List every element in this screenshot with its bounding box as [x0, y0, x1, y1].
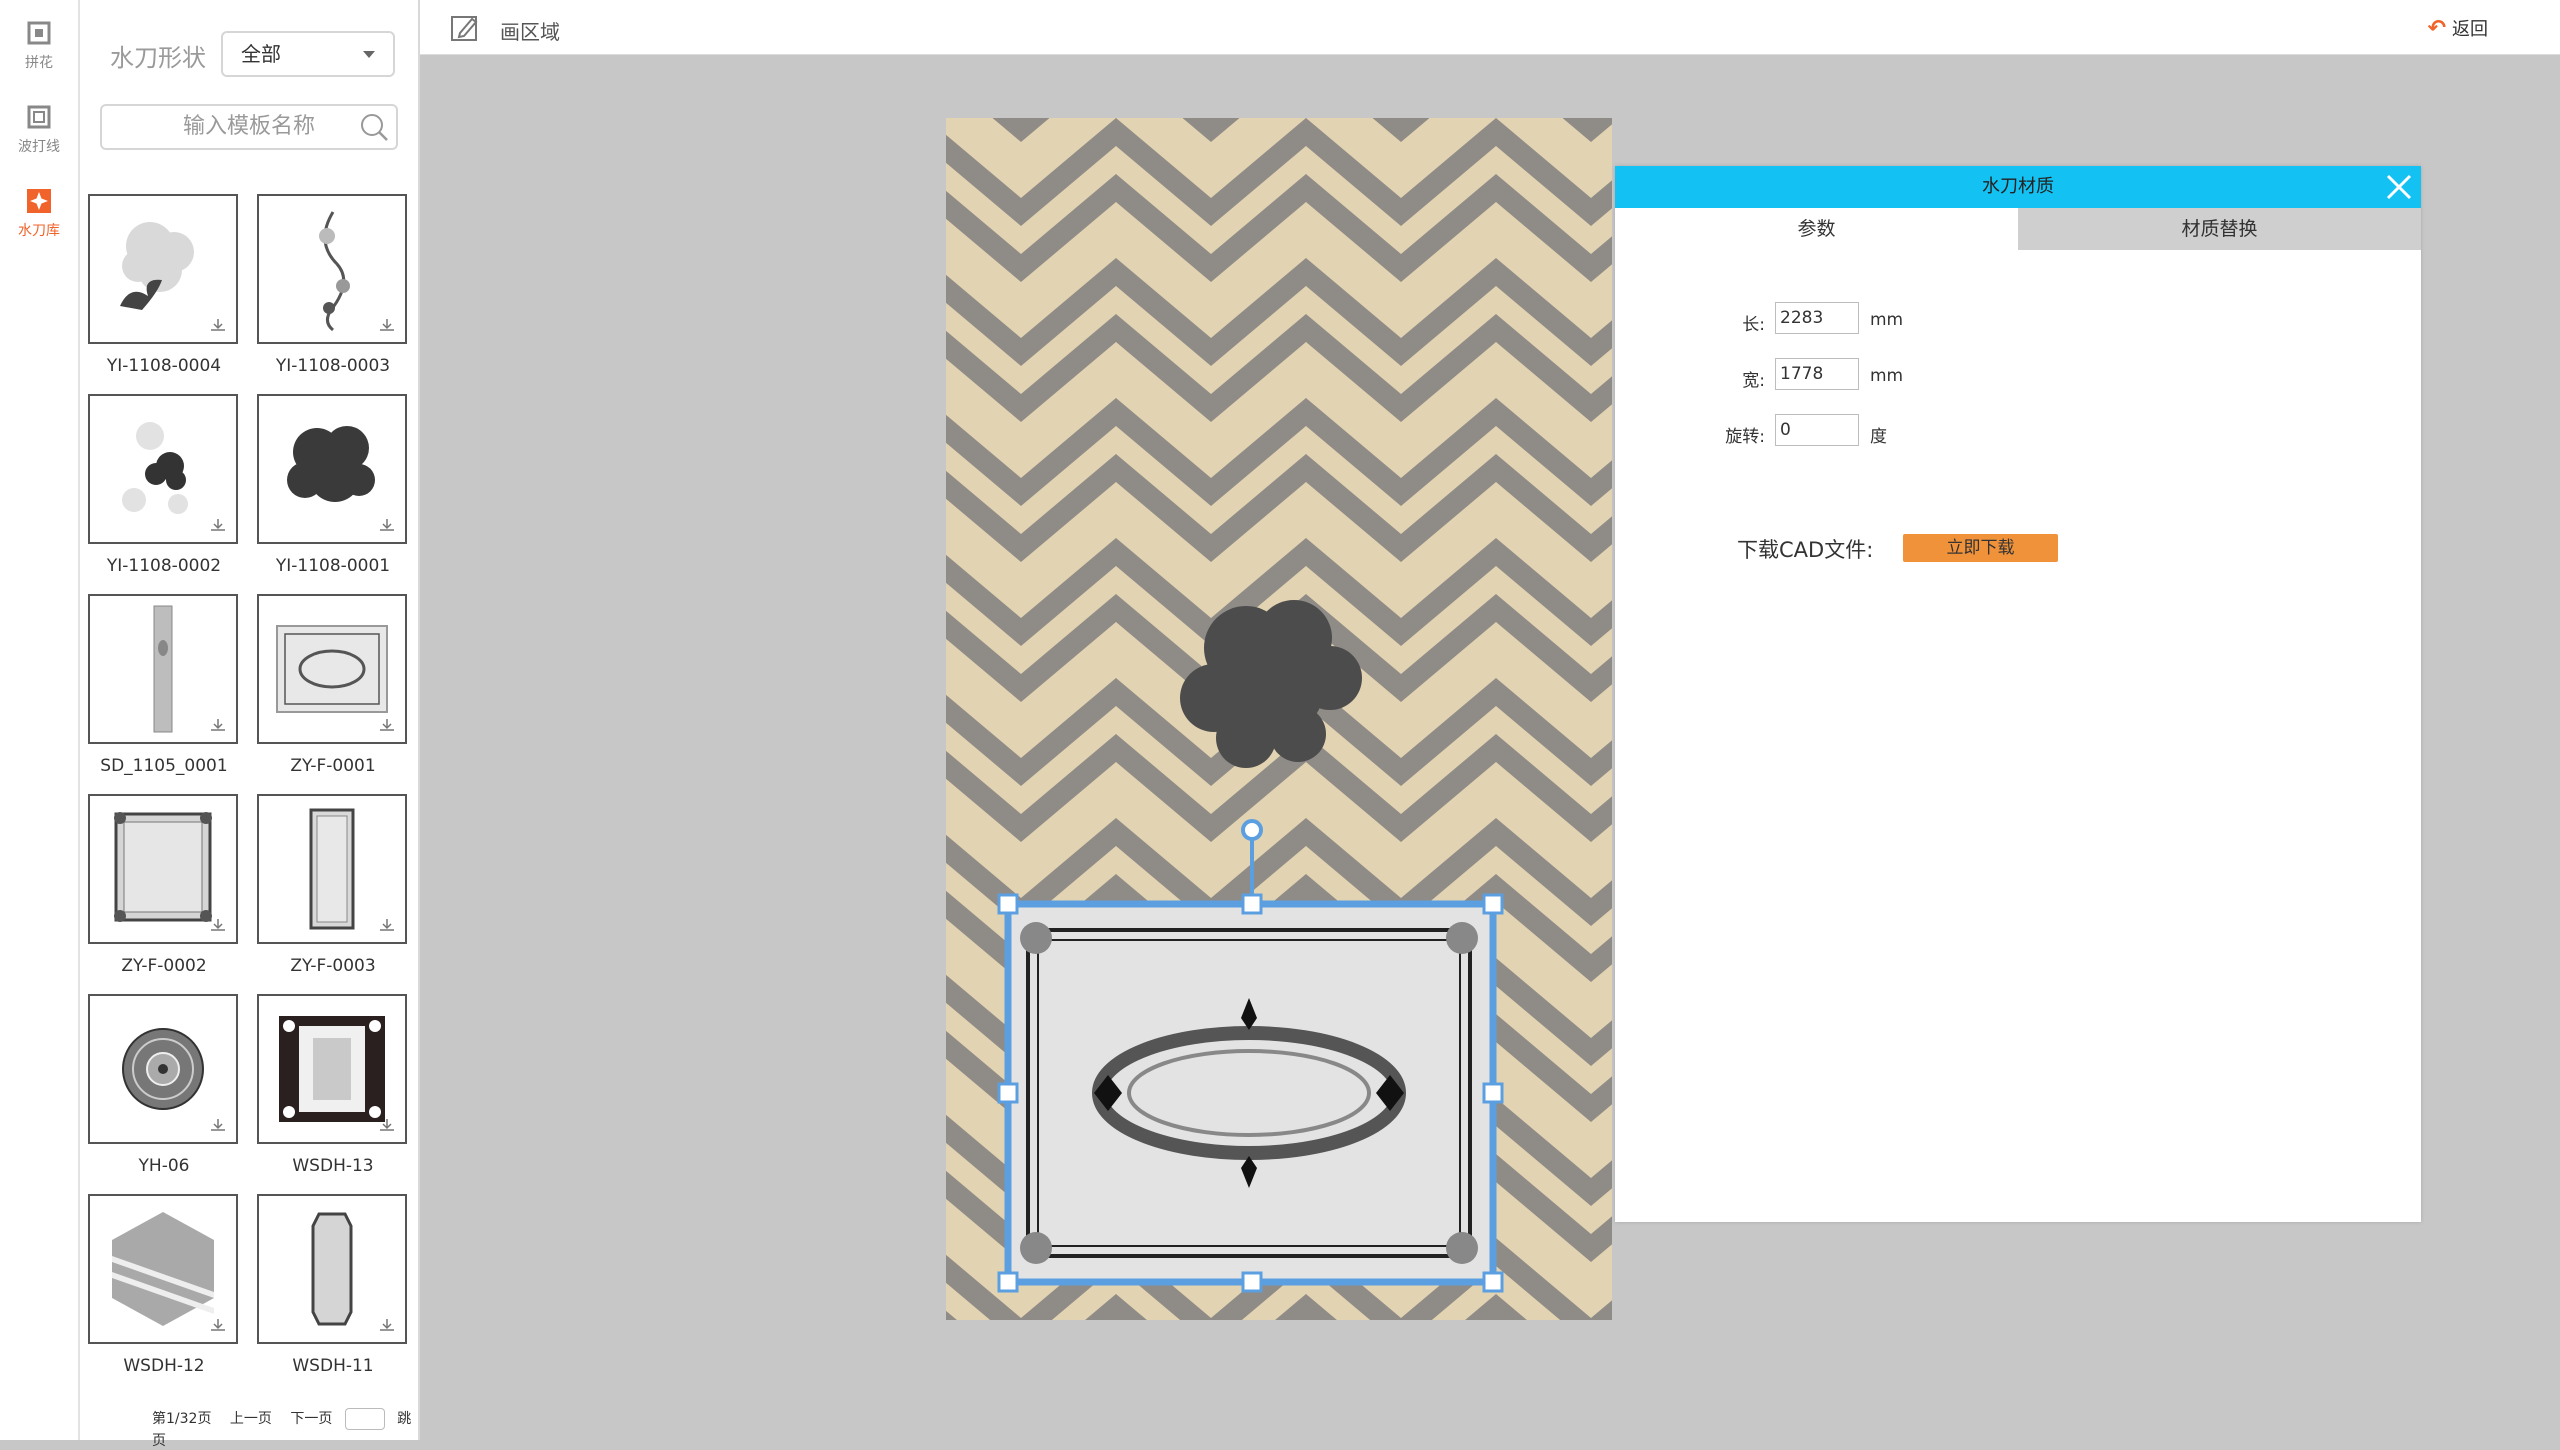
top-bar: 画区域 ↶ 返回 — [420, 0, 2560, 55]
template-tile[interactable] — [257, 1194, 407, 1344]
tile-name: YH-06 — [138, 1156, 190, 1176]
template-tile[interactable] — [88, 794, 238, 944]
download-icon[interactable] — [210, 718, 226, 732]
back-button[interactable]: ↶ 返回 — [2428, 15, 2488, 41]
tile-name: YI-1108-0003 — [275, 356, 391, 376]
length-input[interactable]: 2283 — [1775, 302, 1859, 334]
download-icon[interactable] — [210, 1318, 226, 1332]
width-label: 宽: — [1742, 371, 1765, 391]
rail-item-label: 水刀库 — [18, 223, 60, 239]
waterjet-library-icon — [27, 189, 51, 213]
rotation-input[interactable]: 0 — [1775, 414, 1859, 446]
dialog-tabs: 参数 材质替换 — [1615, 208, 2421, 250]
tile-name: ZY-F-0003 — [290, 956, 376, 976]
tile-name: YI-1108-0004 — [106, 356, 222, 376]
download-icon[interactable] — [210, 318, 226, 332]
length-label: 长: — [1742, 315, 1765, 335]
search-placeholder: 输入模板名称 — [182, 114, 315, 139]
template-tile[interactable] — [88, 594, 238, 744]
prev-page-link[interactable]: 上一页 — [230, 1411, 272, 1427]
next-page-link[interactable]: 下一页 — [290, 1411, 332, 1427]
download-icon[interactable] — [379, 918, 395, 932]
left-rail: 拼花 波打线 水刀库 — [0, 0, 80, 1440]
template-tile[interactable] — [257, 594, 407, 744]
close-icon[interactable] — [2383, 171, 2415, 203]
template-tile[interactable] — [257, 194, 407, 344]
rail-item-waterjet[interactable]: 水刀库 — [0, 188, 78, 240]
dialog-title: 水刀材质 — [1982, 176, 2054, 197]
shape-select-value: 全部 — [241, 42, 281, 66]
rail-item-border-line[interactable]: 波打线 — [0, 104, 78, 156]
tile-name: YI-1108-0002 — [106, 556, 222, 576]
page-indicator: 第1/32页 — [152, 1411, 212, 1427]
rotation-unit: 度 — [1870, 427, 1887, 447]
template-search-input[interactable]: 输入模板名称 — [100, 104, 398, 150]
width-input[interactable]: 1778 — [1775, 358, 1859, 390]
library-panel: 水刀形状 全部 输入模板名称 YI-1108-0004 YI-1108-0003 — [80, 0, 420, 1449]
rail-item-mosaic[interactable]: 拼花 — [0, 20, 78, 72]
length-unit: mm — [1870, 310, 1904, 330]
mosaic-icon — [27, 21, 51, 45]
cad-download-label: 下载CAD文件: — [1737, 538, 1874, 562]
tab-params[interactable]: 参数 — [1615, 208, 2018, 250]
template-tile[interactable] — [257, 394, 407, 544]
template-tile[interactable] — [88, 394, 238, 544]
back-arrow-icon: ↶ — [2427, 16, 2446, 41]
pagination: 第1/32页 上一页 下一页 跳页 — [152, 1408, 418, 1450]
tile-name: WSDH-11 — [292, 1356, 374, 1376]
tile-name: SD_1105_0001 — [100, 756, 228, 776]
tile-name: ZY-F-0002 — [121, 956, 207, 976]
chevron-down-icon — [363, 51, 375, 58]
tile-name: WSDH-12 — [123, 1356, 205, 1376]
download-icon[interactable] — [210, 518, 226, 532]
shape-select[interactable]: 全部 — [221, 31, 395, 77]
download-icon[interactable] — [379, 1318, 395, 1332]
download-icon[interactable] — [210, 918, 226, 932]
design-canvas[interactable] — [946, 118, 1612, 1320]
ornament-panel — [1008, 904, 1490, 1282]
download-icon[interactable] — [210, 1118, 226, 1132]
page-jump-input[interactable] — [344, 1408, 385, 1430]
rotation-label: 旋转: — [1725, 427, 1765, 447]
download-icon[interactable] — [379, 318, 395, 332]
download-icon[interactable] — [379, 1118, 395, 1132]
download-now-button[interactable]: 立即下载 — [1903, 534, 2058, 562]
tile-name: ZY-F-0001 — [290, 756, 376, 776]
width-unit: mm — [1870, 366, 1904, 386]
back-label: 返回 — [2452, 19, 2488, 40]
download-icon[interactable] — [379, 518, 395, 532]
template-tile[interactable] — [88, 194, 238, 344]
draw-area-label[interactable]: 画区域 — [500, 16, 560, 45]
template-tile[interactable] — [88, 1194, 238, 1344]
floor-pattern — [946, 118, 1612, 1320]
template-tile[interactable] — [257, 994, 407, 1144]
tile-name: YI-1108-0001 — [275, 556, 391, 576]
draw-area-icon[interactable] — [450, 14, 480, 42]
shape-label: 水刀形状 — [110, 44, 206, 72]
rail-item-label: 拼花 — [25, 55, 53, 71]
search-icon[interactable] — [358, 111, 390, 143]
download-icon[interactable] — [379, 718, 395, 732]
tile-name: WSDH-13 — [292, 1156, 374, 1176]
template-tile[interactable] — [88, 994, 238, 1144]
waterjet-material-dialog: 水刀材质 参数 材质替换 长: 2283 mm 宽: 1778 mm 旋转: 0… — [1615, 166, 2421, 1222]
dialog-header: 水刀材质 — [1615, 166, 2421, 208]
template-tile[interactable] — [257, 794, 407, 944]
tab-material-replace[interactable]: 材质替换 — [2018, 208, 2421, 250]
border-line-icon — [27, 105, 51, 129]
rail-item-label: 波打线 — [18, 139, 60, 155]
